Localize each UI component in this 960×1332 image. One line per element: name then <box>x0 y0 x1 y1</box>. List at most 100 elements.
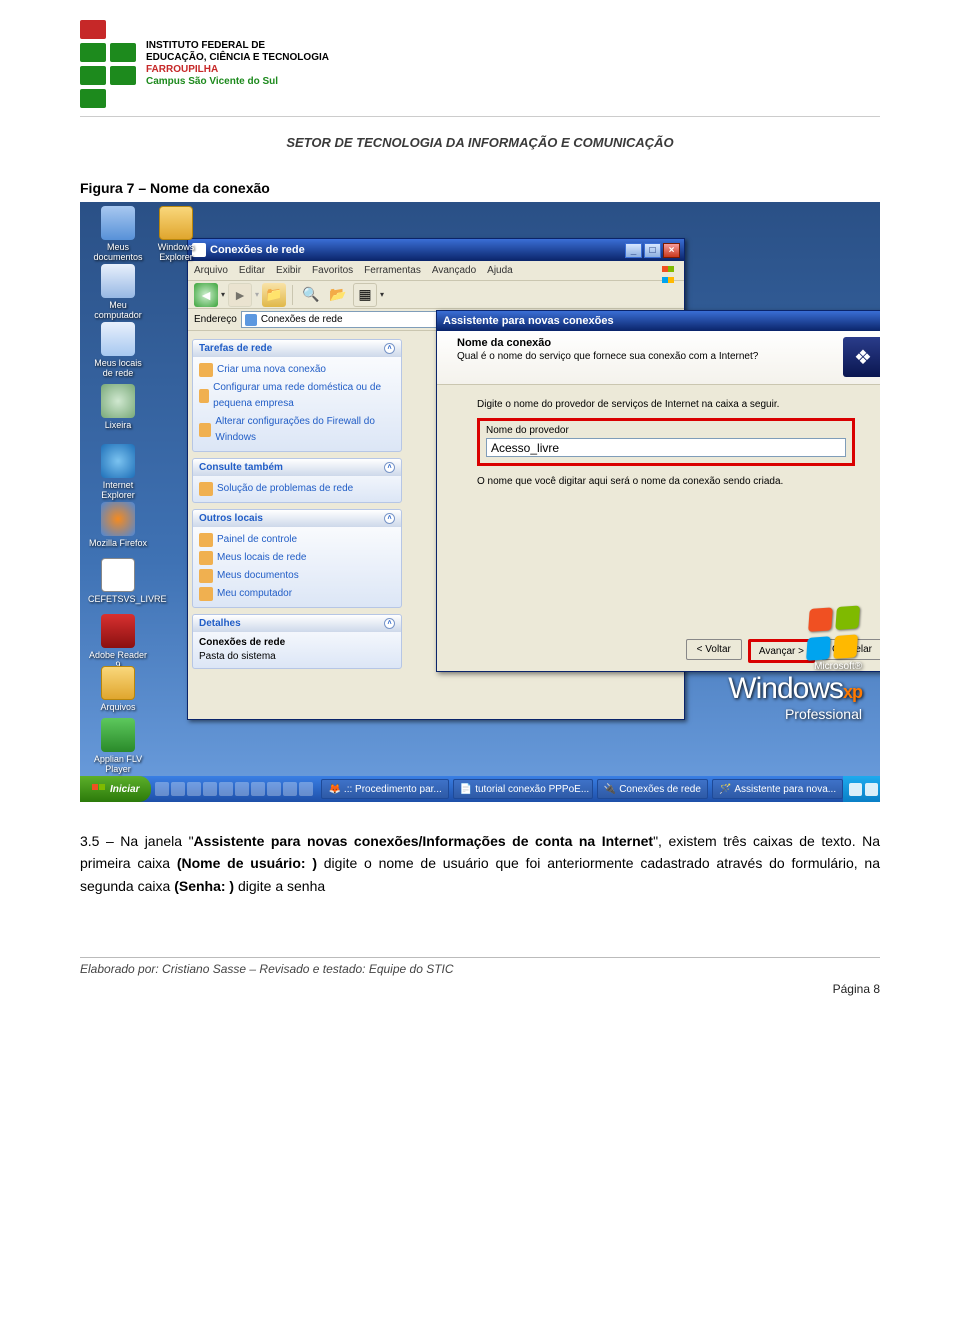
item-icon <box>199 587 213 601</box>
wizard-instruction: Digite o nome do provedor de serviços de… <box>477 399 855 410</box>
wizard-note: O nome que você digitar aqui será o nome… <box>477 476 855 487</box>
maximize-button[interactable]: □ <box>644 243 661 258</box>
desktop-icon[interactable]: Internet Explorer <box>88 444 148 500</box>
search-button[interactable]: 🔍 <box>299 283 323 307</box>
bold-pass-field: (Senha: ) <box>174 878 234 894</box>
desktop-icon-label: Applian FLV Player <box>88 754 148 774</box>
tasks-header: Tarefas de rede <box>199 343 272 354</box>
desktop-icon[interactable]: Lixeira <box>88 384 148 430</box>
tab-icon: 📄 <box>460 784 472 795</box>
others-section: Outros locais ˄ Painel de controleMeus lo… <box>192 509 402 608</box>
page-number: Página 8 <box>80 982 880 996</box>
task-link-label: Alterar configurações do Firewall do Win… <box>215 414 395 446</box>
item-icon <box>199 551 213 565</box>
collapse-icon[interactable]: ˄ <box>384 343 395 354</box>
task-link-label: Meus locais de rede <box>217 550 307 566</box>
menu-item[interactable]: Ajuda <box>487 265 513 276</box>
details-section: Detalhes˄ Conexões de rede Pasta do sist… <box>192 614 402 669</box>
brand-windows: Windows <box>728 672 843 705</box>
flv-icon <box>101 718 135 752</box>
screenshot: Conexões de rede _ □ × Arquivo Editar Exib… <box>80 202 880 802</box>
tab-label: .:: Procedimento par... <box>344 784 442 795</box>
system-tray: 09:26 <box>843 776 880 802</box>
desktop-icon[interactable]: CEFETSVS_LIVRE <box>88 558 148 604</box>
consult-header: Consulte também <box>199 462 283 473</box>
menu-item[interactable]: Editar <box>239 265 265 276</box>
taskbar-tab[interactable]: 🦊 .:: Procedimento par... <box>321 779 448 799</box>
explorer-menu-bar: Arquivo Editar Exibir Favoritos Ferramentas A… <box>188 261 684 281</box>
minimize-button[interactable]: _ <box>625 243 642 258</box>
close-button[interactable]: × <box>663 243 680 258</box>
taskbar-tab[interactable]: 🔌Conexões de rede <box>597 779 708 799</box>
provider-field-highlighted: Nome do provedor <box>477 418 855 466</box>
explorer-title-bar[interactable]: Conexões de rede _ □ × <box>188 239 684 261</box>
tray-icon[interactable] <box>849 783 862 796</box>
wizard-icon: ❖ <box>843 337 880 377</box>
quick-launch-icon[interactable] <box>187 782 201 796</box>
forward-button[interactable]: ► <box>228 283 252 307</box>
menu-item[interactable]: Exibir <box>276 265 301 276</box>
views-button[interactable]: ▦ <box>353 283 377 307</box>
desktop-icon[interactable]: Adobe Reader 9 <box>88 614 148 670</box>
collapse-icon[interactable]: ˄ <box>384 618 395 629</box>
others-header: Outros locais <box>199 513 263 524</box>
windows-xp-branding: Microsoft® Windowsxp Professional <box>728 607 862 722</box>
desktop-icon[interactable]: Mozilla Firefox <box>88 502 148 548</box>
desktop-icon-label: Arquivos <box>88 702 148 712</box>
desktop-icon[interactable]: Meus locais de rede <box>88 322 148 378</box>
folders-button[interactable]: 📂 <box>326 283 350 307</box>
wizard-title-bar[interactable]: Assistente para novas conexões <box>437 311 880 331</box>
provider-input[interactable] <box>486 438 846 457</box>
desktop-icon[interactable]: Meu computador <box>88 264 148 320</box>
ff-icon <box>101 502 135 536</box>
task-link[interactable]: Alterar configurações do Firewall do Win… <box>199 413 395 447</box>
bold-wizard-name: Assistente para novas conexões/Informaçõ… <box>194 833 654 849</box>
wizard-subheading: Qual é o nome do serviço que fornece sua… <box>457 351 758 362</box>
provider-label: Nome do provedor <box>486 425 846 436</box>
quick-launch-icon[interactable] <box>155 782 169 796</box>
back-button[interactable]: ◄ <box>194 283 218 307</box>
desktop-icon[interactable]: Applian FLV Player <box>88 718 148 774</box>
address-value: Conexões de rede <box>261 314 343 325</box>
tab-label: Assistente para nova... <box>734 784 836 795</box>
wizard-heading: Nome da conexão <box>457 337 758 349</box>
desktop-icon[interactable]: Arquivos <box>88 666 148 712</box>
menu-item[interactable]: Favoritos <box>312 265 353 276</box>
quick-launch-icon[interactable] <box>299 782 313 796</box>
desktop-icon-label: Meus locais de rede <box>88 358 148 378</box>
task-link[interactable]: Criar uma nova conexão <box>199 361 395 379</box>
task-link[interactable]: Configurar uma rede doméstica ou de pequ… <box>199 379 395 413</box>
quick-launch-icon[interactable] <box>283 782 297 796</box>
body-paragraph: 3.5 – Na janela "Assistente para novas c… <box>80 830 880 897</box>
collapse-icon[interactable]: ˄ <box>384 462 395 473</box>
task-link[interactable]: Meus locais de rede <box>199 549 395 567</box>
collapse-icon[interactable]: ˄ <box>384 513 395 524</box>
menu-item[interactable]: Arquivo <box>194 265 228 276</box>
menu-item[interactable]: Avançado <box>432 265 476 276</box>
desktop-icon-label: Windows Explorer <box>146 242 206 262</box>
quick-launch-icon[interactable] <box>203 782 217 796</box>
task-link[interactable]: Painel de controle <box>199 531 395 549</box>
quick-launch-icon[interactable] <box>171 782 185 796</box>
item-icon <box>199 482 213 496</box>
taskbar-tab[interactable]: 🪄Assistente para nova... <box>712 779 843 799</box>
quick-launch-icon[interactable] <box>251 782 265 796</box>
task-link[interactable]: Solução de problemas de rede <box>199 480 395 498</box>
tray-icon[interactable] <box>865 783 878 796</box>
quick-launch-icon[interactable] <box>267 782 281 796</box>
desktop-icon[interactable]: Meus documentos <box>88 206 148 262</box>
up-button[interactable]: 📁 <box>262 283 286 307</box>
task-link[interactable]: Meu computador <box>199 585 395 603</box>
task-link[interactable]: Meus documentos <box>199 567 395 585</box>
quick-launch-icon[interactable] <box>235 782 249 796</box>
start-button[interactable]: Iniciar <box>80 776 151 802</box>
task-link-label: Criar uma nova conexão <box>217 362 326 378</box>
quick-launch-icon[interactable] <box>219 782 233 796</box>
folder-icon <box>159 206 193 240</box>
desktop-icon[interactable]: Windows Explorer <box>146 206 206 262</box>
tab-icon: 🦊 <box>328 784 340 795</box>
menu-item[interactable]: Ferramentas <box>364 265 421 276</box>
brand-xp: xp <box>843 682 862 702</box>
desktop-icon-label: Lixeira <box>88 420 148 430</box>
taskbar-tab[interactable]: 📄tutorial conexão PPPoE... <box>453 779 593 799</box>
